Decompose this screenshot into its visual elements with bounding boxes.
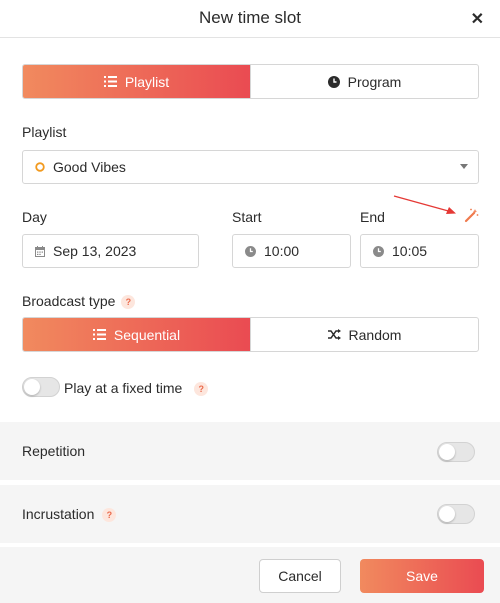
- start-value: 10:00: [264, 243, 300, 259]
- tab-program[interactable]: Program: [250, 65, 478, 98]
- dialog-header: New time slot ✕: [0, 0, 500, 38]
- help-icon[interactable]: ?: [121, 295, 136, 309]
- incrustation-text: Incrustation: [22, 506, 95, 522]
- toggle-knob: [439, 506, 455, 522]
- toggle-knob: [439, 444, 455, 460]
- end-time-field[interactable]: 10:05: [360, 234, 479, 268]
- fixed-time-label: Play at a fixed time?: [64, 380, 209, 396]
- day-value: Sep 13, 2023: [53, 243, 137, 259]
- toggle-knob: [24, 379, 40, 395]
- clock-icon: [327, 75, 340, 88]
- tab-playlist[interactable]: Playlist: [23, 65, 250, 98]
- broadcast-type-text: Broadcast type: [22, 293, 116, 309]
- playlist-value: Good Vibes: [53, 159, 126, 175]
- incrustation-toggle[interactable]: [437, 504, 475, 524]
- dialog-title: New time slot: [198, 8, 302, 27]
- list-icon: [92, 329, 106, 340]
- end-label: End: [360, 209, 385, 225]
- clock-icon: [373, 245, 384, 257]
- chevron-down-icon: [460, 164, 468, 169]
- broadcast-type-toggle: Sequential Random: [22, 317, 479, 352]
- tab-playlist-label: Playlist: [124, 73, 170, 90]
- repetition-toggle[interactable]: [437, 442, 475, 462]
- close-icon[interactable]: ✕: [471, 9, 484, 29]
- broadcast-type-label: Broadcast type?: [22, 293, 136, 309]
- day-label: Day: [22, 209, 47, 225]
- tab-program-label: Program: [347, 73, 402, 90]
- playlist-circle-icon: [35, 162, 45, 172]
- day-date-field[interactable]: Sep 13, 2023: [22, 234, 199, 268]
- help-icon[interactable]: ?: [194, 382, 209, 396]
- save-button[interactable]: Save: [360, 559, 484, 593]
- tab-random[interactable]: Random: [250, 318, 478, 351]
- repetition-section: Repetition: [0, 422, 500, 480]
- dialog-footer: Cancel Save: [0, 547, 500, 603]
- start-time-field[interactable]: 10:00: [232, 234, 351, 268]
- tab-random-label: Random: [348, 326, 402, 343]
- shuffle-icon: [327, 329, 341, 340]
- tab-sequential[interactable]: Sequential: [23, 318, 250, 351]
- tab-sequential-label: Sequential: [113, 326, 181, 343]
- clock-icon: [245, 245, 256, 257]
- incrustation-label: Incrustation?: [22, 506, 117, 522]
- incrustation-section: Incrustation?: [0, 485, 500, 543]
- playlist-select[interactable]: Good Vibes: [22, 150, 479, 184]
- repetition-label: Repetition: [22, 443, 86, 459]
- magic-wand-icon[interactable]: [464, 208, 479, 228]
- annotation-arrow: [393, 195, 456, 214]
- playlist-label: Playlist: [22, 124, 67, 140]
- end-value: 10:05: [392, 243, 428, 259]
- start-label: Start: [232, 209, 262, 225]
- help-icon[interactable]: ?: [102, 508, 117, 522]
- list-icon: [103, 76, 117, 87]
- fixed-time-text: Play at a fixed time: [64, 380, 183, 396]
- calendar-icon: [35, 245, 45, 257]
- slot-type-toggle: Playlist Program: [22, 64, 479, 99]
- cancel-button[interactable]: Cancel: [259, 559, 341, 593]
- fixed-time-toggle[interactable]: [22, 377, 60, 397]
